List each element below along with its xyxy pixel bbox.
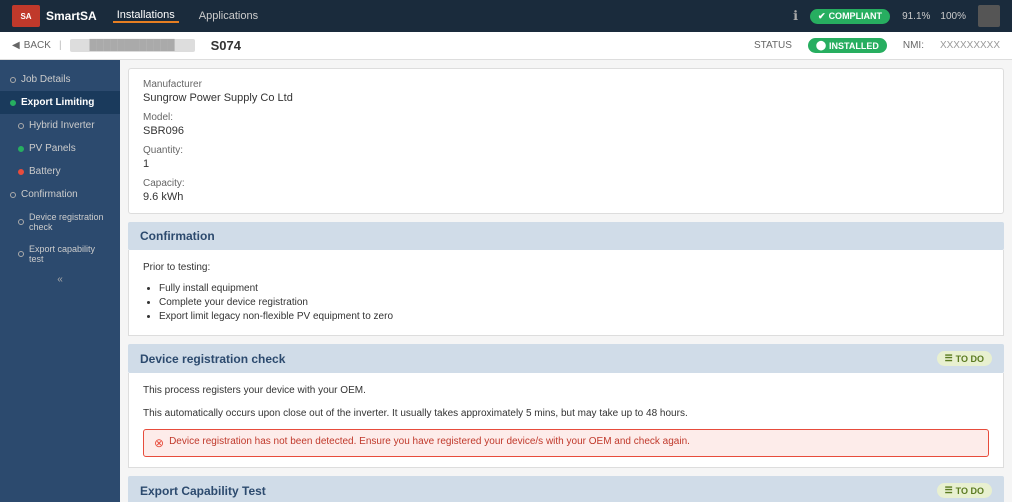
sidebar-item-pv-panels[interactable]: PV Panels: [0, 137, 120, 160]
confirmation-title: Confirmation: [140, 229, 215, 243]
dot-hybrid-inverter: [18, 123, 24, 129]
export-capability-title: Export Capability Test: [140, 484, 266, 498]
dot-pv-panels: [18, 146, 24, 152]
avatar-icon[interactable]: [978, 5, 1000, 27]
nav-stats: 91.1% 100%: [902, 11, 966, 22]
device-reg-error-text: Device registration has not been detecte…: [169, 436, 690, 447]
compliant-badge: ✔ COMPLIANT: [810, 9, 890, 24]
sidebar-item-job-details[interactable]: Job Details: [0, 68, 120, 91]
dot-export-test: [18, 251, 24, 257]
quantity-value: 1: [143, 158, 989, 170]
device-reg-error: ⊗ Device registration has not been detec…: [143, 429, 989, 457]
nmi-value: XXXXXXXXX: [940, 40, 1000, 51]
model-label: Model:: [143, 112, 989, 123]
nav-right: ℹ ✔ COMPLIANT 91.1% 100%: [793, 5, 1000, 27]
check-icon: ✔: [818, 11, 826, 22]
brand: SA SmartSA: [12, 5, 97, 27]
status-area: STATUS ⬤ INSTALLED NMI: XXXXXXXXX: [754, 38, 1000, 53]
export-todo-icon: ☰: [945, 485, 953, 496]
nav-applications[interactable]: Applications: [195, 10, 262, 22]
status-label: STATUS: [754, 40, 792, 51]
main-layout: Job Details Export Limiting Hybrid Inver…: [0, 60, 1012, 502]
device-reg-title: Device registration check: [140, 352, 285, 366]
bullet-2: Complete your device registration: [159, 297, 989, 308]
install-id: S074: [211, 38, 241, 53]
manufacturer-label: Manufacturer: [143, 79, 989, 90]
confirmation-intro: Prior to testing:: [143, 260, 989, 275]
export-capability-section-header: Export Capability Test ☰ TO DO: [128, 476, 1004, 502]
device-reg-para1: This process registers your device with …: [143, 383, 989, 398]
sidebar-item-confirmation[interactable]: Confirmation: [0, 183, 120, 206]
back-button[interactable]: ◀ BACK: [12, 40, 51, 51]
device-reg-section-header: Device registration check ☰ TO DO: [128, 344, 1004, 373]
bullet-3: Export limit legacy non-flexible PV equi…: [159, 311, 989, 322]
installed-badge: ⬤ INSTALLED: [808, 38, 887, 53]
dot-export-limiting: [10, 100, 16, 106]
main-content: Manufacturer Sungrow Power Supply Co Ltd…: [120, 60, 1012, 502]
nav-left: SA SmartSA Installations Applications: [12, 5, 262, 27]
export-todo-label: TO DO: [956, 486, 984, 496]
capacity-value: 9.6 kWh: [143, 191, 989, 203]
error-icon: ⊗: [154, 436, 164, 450]
sidebar-item-device-reg[interactable]: Device registration check: [0, 206, 120, 238]
breadcrumb-sep: |: [59, 40, 62, 51]
sub-header: ◀ BACK | ████████████ S074 STATUS ⬤ INST…: [0, 32, 1012, 60]
device-reg-content: This process registers your device with …: [128, 373, 1004, 468]
sidebar-item-battery[interactable]: Battery: [0, 160, 120, 183]
breadcrumb-id-blur: ████████████: [70, 39, 195, 52]
sidebar-item-export-test[interactable]: Export capability test: [0, 238, 120, 270]
device-reg-todo-badge: ☰ TO DO: [937, 351, 992, 366]
device-card: Manufacturer Sungrow Power Supply Co Ltd…: [128, 68, 1004, 214]
dot-device-reg: [18, 219, 24, 225]
nmi-label: NMI:: [903, 40, 924, 51]
device-reg-todo-label: TO DO: [956, 354, 984, 364]
device-reg-para2: This automatically occurs upon close out…: [143, 406, 989, 421]
todo-icon: ☰: [945, 353, 953, 364]
brand-name[interactable]: SmartSA: [46, 9, 97, 23]
top-navigation: SA SmartSA Installations Applications ℹ …: [0, 0, 1012, 32]
installed-icon: ⬤: [816, 40, 826, 51]
quantity-label: Quantity:: [143, 145, 989, 156]
bullet-1: Fully install equipment: [159, 283, 989, 294]
brand-logo: SA: [12, 5, 40, 27]
confirmation-section-header: Confirmation: [128, 222, 1004, 250]
info-icon[interactable]: ℹ: [793, 8, 798, 24]
sidebar-item-hybrid-inverter[interactable]: Hybrid Inverter: [0, 114, 120, 137]
sidebar: Job Details Export Limiting Hybrid Inver…: [0, 60, 120, 502]
confirmation-content: Prior to testing: Fully install equipmen…: [128, 250, 1004, 336]
nav-installations[interactable]: Installations: [113, 9, 179, 23]
model-value: SBR096: [143, 125, 989, 137]
manufacturer-value: Sungrow Power Supply Co Ltd: [143, 92, 989, 104]
sidebar-item-export-limiting[interactable]: Export Limiting: [0, 91, 120, 114]
confirmation-bullets: Fully install equipment Complete your de…: [143, 283, 989, 322]
capacity-label: Capacity:: [143, 178, 989, 189]
dot-confirmation: [10, 192, 16, 198]
dot-battery: [18, 169, 24, 175]
export-capability-todo-badge: ☰ TO DO: [937, 483, 992, 498]
back-arrow-icon: ◀: [12, 40, 20, 51]
dot-job-details: [10, 77, 16, 83]
sidebar-collapse-button[interactable]: «: [0, 270, 120, 289]
